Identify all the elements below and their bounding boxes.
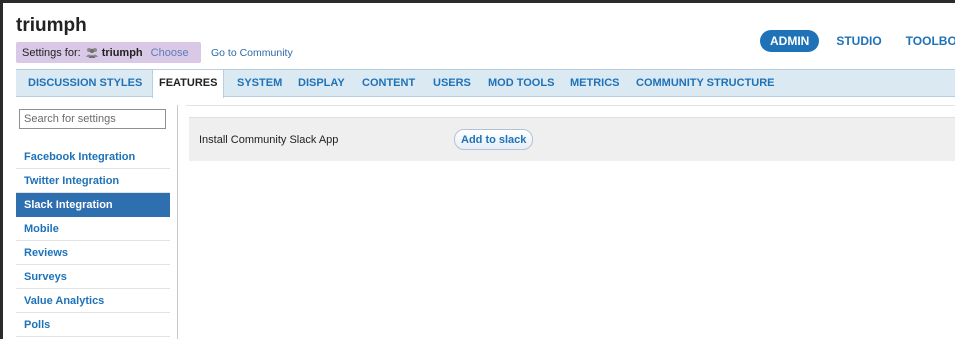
tab-content[interactable]: CONTENT (362, 70, 415, 97)
tab-community-structure[interactable]: COMMUNITY STRUCTURE (636, 70, 775, 97)
sidebar-item-surveys[interactable]: Surveys (16, 265, 170, 289)
tab-discussion-styles[interactable]: DISCUSSION STYLES (28, 70, 142, 97)
settings-for-label: Settings for: (22, 46, 81, 59)
tab-system[interactable]: SYSTEM (237, 70, 282, 97)
choose-link[interactable]: Choose (151, 47, 189, 59)
search-settings-input[interactable] (19, 109, 166, 129)
sidebar-item-mobile[interactable]: Mobile (16, 217, 170, 241)
site-title: triumph (16, 15, 87, 36)
top-nav: ADMIN STUDIO TOOLBOX (760, 30, 955, 52)
sidebar-item-twitter-integration[interactable]: Twitter Integration (16, 169, 170, 193)
tab-display[interactable]: DISPLAY (298, 70, 345, 97)
studio-nav-link[interactable]: STUDIO (836, 34, 881, 48)
add-to-slack-button[interactable]: Add to slack (454, 129, 534, 150)
group-icon (85, 47, 99, 58)
content-divider (186, 105, 955, 106)
settings-sidebar: Facebook Integration Twitter Integration… (16, 105, 178, 339)
sidebar-item-facebook-integration[interactable]: Facebook Integration (16, 145, 170, 169)
window-frame-top (0, 0, 955, 3)
sidebar-item-value-analytics[interactable]: Value Analytics (16, 289, 170, 313)
toolbox-nav-link[interactable]: TOOLBOX (906, 34, 955, 48)
slack-app-setting-row: Install Community Slack App Add to slack (189, 117, 955, 161)
settings-tab-bar: DISCUSSION STYLES FEATURES SYSTEM DISPLA… (16, 69, 955, 98)
sidebar-item-polls[interactable]: Polls (16, 313, 170, 337)
tab-mod-tools[interactable]: MOD TOOLS (488, 70, 554, 97)
go-to-community-link[interactable]: Go to Community (211, 47, 293, 59)
tab-metrics[interactable]: METRICS (570, 70, 620, 97)
setting-label: Install Community Slack App (199, 134, 339, 146)
window-frame-left (0, 0, 3, 339)
tab-users[interactable]: USERS (433, 70, 471, 97)
sidebar-item-slack-integration[interactable]: Slack Integration (16, 193, 170, 217)
settings-menu: Facebook Integration Twitter Integration… (16, 145, 170, 337)
settings-for-bar: Settings for: triumph Choose (16, 42, 201, 63)
tab-features[interactable]: FEATURES (152, 70, 225, 98)
community-name: triumph (101, 46, 143, 59)
sidebar-item-reviews[interactable]: Reviews (16, 241, 170, 265)
admin-nav-button[interactable]: ADMIN (760, 30, 820, 52)
